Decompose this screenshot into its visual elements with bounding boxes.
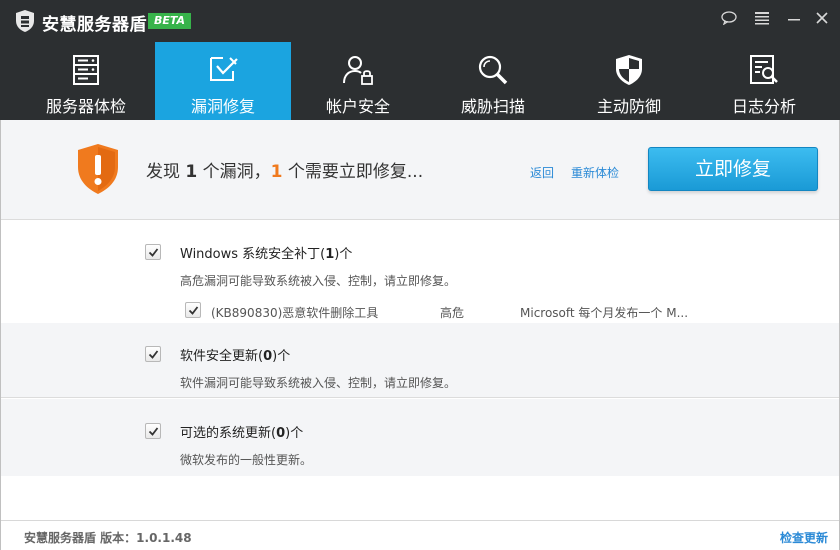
- tab-account-security[interactable]: 帐户安全: [290, 42, 426, 120]
- section-title: Windows 系统安全补丁(1)个: [180, 243, 352, 262]
- title-suffix: )个: [334, 247, 353, 262]
- fix-now-button[interactable]: 立即修复: [648, 147, 818, 191]
- log-search-icon: [750, 55, 778, 84]
- menu-button[interactable]: [750, 8, 774, 28]
- section-count: 0: [276, 426, 286, 441]
- back-link[interactable]: 返回: [530, 164, 554, 181]
- title-prefix: Windows 系统安全补丁(: [180, 247, 326, 262]
- main-nav: 服务器体检 漏洞修复 帐户安全 威胁扫描 主动防御 日志分析: [0, 42, 840, 120]
- tab-threat-scan[interactable]: 威胁扫描: [425, 42, 561, 120]
- close-button[interactable]: [810, 8, 834, 28]
- warning-shield-icon: [78, 144, 118, 194]
- title-suffix: )个: [285, 426, 304, 441]
- section-windows-patches: Windows 系统安全补丁(1)个 高危漏洞可能导致系统被入侵、控制，请立即修…: [0, 220, 840, 323]
- checkmark-icon: [148, 427, 159, 436]
- window-border-left: [0, 120, 1, 550]
- summary-middle: 个漏洞，: [197, 162, 271, 182]
- checkmark-icon: [188, 306, 199, 315]
- vuln-count: 1: [185, 162, 198, 182]
- user-lock-icon: [343, 56, 373, 85]
- tab-vuln-repair[interactable]: 漏洞修复: [155, 42, 291, 120]
- vuln-list: Windows 系统安全补丁(1)个 高危漏洞可能导致系统被入侵、控制，请立即修…: [0, 220, 840, 520]
- tab-active-defense[interactable]: 主动防御: [561, 42, 697, 120]
- tab-log-analysis[interactable]: 日志分析: [696, 42, 832, 120]
- app-logo-icon: [16, 10, 34, 32]
- section-description: 软件漏洞可能导致系统被入侵、控制，请立即修复。: [180, 376, 457, 390]
- title-bar: 安慧服务器盾 BETA: [0, 0, 840, 42]
- title-prefix: 可选的系统更新(: [180, 426, 277, 441]
- magnifier-icon: [478, 55, 508, 85]
- patch-level: 高危: [440, 306, 465, 320]
- summary-prefix: 发现: [146, 162, 186, 182]
- tab-label: 日志分析: [731, 97, 796, 116]
- title-prefix: 软件安全更新(: [180, 349, 264, 364]
- tab-label: 主动防御: [596, 97, 661, 116]
- shield-icon: [616, 55, 642, 85]
- checkmark-icon: [148, 350, 159, 359]
- section-count: 0: [263, 349, 273, 364]
- chat-icon: [721, 11, 737, 25]
- result-summary: 发现 1 个漏洞，1 个需要立即修复...: [146, 157, 423, 182]
- server-icon: [73, 55, 99, 85]
- beta-badge: BETA: [148, 13, 192, 29]
- feedback-button[interactable]: [717, 8, 741, 28]
- menu-icon: [755, 12, 769, 25]
- checkmark-icon: [148, 248, 159, 257]
- section-software-updates: 软件安全更新(0)个 软件漏洞可能导致系统被入侵、控制，请立即修复。: [0, 323, 840, 398]
- tab-label: 帐户安全: [325, 97, 390, 116]
- app-title: 安慧服务器盾: [42, 15, 147, 35]
- section-optional-updates: 可选的系统更新(0)个 微软发布的一般性更新。: [0, 399, 840, 476]
- tab-label: 服务器体检: [45, 97, 126, 116]
- wrench-icon: [210, 57, 238, 81]
- patch-description: Microsoft 每个月发布一个 M...: [520, 306, 689, 320]
- tab-label: 威胁扫描: [460, 97, 525, 116]
- title-suffix: )个: [272, 349, 291, 364]
- section-checkbox[interactable]: [145, 346, 161, 362]
- minimize-icon: [788, 19, 800, 21]
- section-title: 软件安全更新(0)个: [180, 345, 290, 364]
- section-description: 高危漏洞可能导致系统被入侵、控制，请立即修复。: [180, 274, 457, 288]
- section-count: 1: [325, 247, 335, 262]
- patch-name: (KB890830)恶意软件删除工具: [211, 306, 379, 320]
- section-title: 可选的系统更新(0)个: [180, 422, 303, 441]
- recheck-link[interactable]: 重新体检: [571, 164, 619, 181]
- section-description: 微软发布的一般性更新。: [180, 453, 313, 467]
- status-bar: 安慧服务器盾 版本：1.0.1.48 检查更新: [0, 520, 840, 550]
- patch-row: (KB890830)恶意软件删除工具 高危 Microsoft 每个月发布一个 …: [0, 298, 840, 323]
- version-label: 安慧服务器盾 版本：1.0.1.48: [24, 531, 192, 545]
- section-checkbox[interactable]: [145, 423, 161, 439]
- close-icon: [816, 12, 828, 24]
- check-update-link[interactable]: 检查更新: [780, 529, 828, 546]
- patch-checkbox[interactable]: [185, 302, 201, 318]
- urgent-count: 1: [270, 162, 283, 182]
- tab-label: 漏洞修复: [190, 97, 255, 116]
- tab-server-checkup[interactable]: 服务器体检: [18, 42, 154, 120]
- summary-suffix: 个需要立即修复...: [282, 162, 424, 182]
- minimize-button[interactable]: [782, 8, 806, 28]
- section-checkbox[interactable]: [145, 244, 161, 260]
